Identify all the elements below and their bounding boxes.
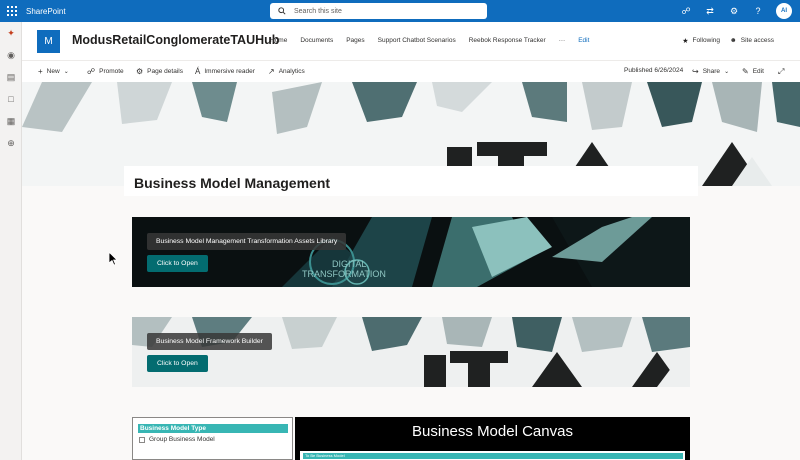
new-label: New bbox=[46, 68, 60, 75]
analytics-label: Analytics bbox=[278, 68, 305, 75]
suite-bar: SharePoint Search this site ☍ ⇄ ⚙ ? AI bbox=[0, 0, 800, 22]
nav-reebok-response-tracker[interactable]: Reebok Response Tracker bbox=[469, 37, 546, 44]
expand-icon[interactable]: ⤢ bbox=[778, 67, 784, 77]
assets-library-open-button[interactable]: Click to Open bbox=[147, 255, 208, 272]
canvas-subheader-bar: To Be Business Model bbox=[300, 451, 685, 460]
framework-builder-card[interactable]: Business Model Framework Builder Click t… bbox=[132, 317, 690, 387]
nav-home[interactable]: Home bbox=[270, 37, 287, 44]
assets-library-label: Business Model Management Transformation… bbox=[147, 233, 347, 250]
home-icon[interactable]: ✦ bbox=[0, 22, 22, 44]
chevron-down-icon: ⌄ bbox=[724, 69, 730, 75]
search-placeholder: Search this site bbox=[294, 7, 342, 15]
published-status: Published 6/26/2024 bbox=[624, 67, 683, 74]
mouse-cursor-icon bbox=[109, 252, 118, 266]
chevron-down-icon: ⌄ bbox=[63, 69, 69, 75]
pencil-icon: ✎ bbox=[742, 67, 749, 76]
analytics-button[interactable]: ↗ Analytics bbox=[268, 67, 305, 76]
analytics-icon: ↗ bbox=[268, 67, 275, 76]
site-access-button[interactable]: ☻ Site access bbox=[730, 37, 774, 44]
plus-icon: + bbox=[38, 67, 43, 76]
gear-icon: ⚙ bbox=[136, 67, 144, 76]
nav-edit-link[interactable]: Edit bbox=[578, 37, 589, 44]
file-icon[interactable]: □ bbox=[0, 88, 22, 110]
share-network-icon[interactable]: ⇄ bbox=[704, 6, 716, 17]
nav-more[interactable]: ··· bbox=[559, 37, 566, 44]
business-model-type-panel: Business Model Type Group Business Model bbox=[132, 417, 293, 460]
edit-label: Edit bbox=[752, 68, 764, 75]
search-box[interactable]: Search this site bbox=[270, 3, 487, 19]
share-icon: ↪ bbox=[692, 67, 699, 76]
app-rail: ✦ ◉ ▤ □ ▦ ⊕ bbox=[0, 22, 22, 460]
checkbox[interactable] bbox=[139, 436, 145, 443]
canvas-title: Business Model Canvas bbox=[412, 423, 573, 440]
app-name[interactable]: SharePoint bbox=[26, 7, 66, 16]
page-title-area: Business Model Management bbox=[124, 166, 698, 196]
page-details-button[interactable]: ⚙ Page details bbox=[136, 67, 183, 76]
canvas-subheader: To Be Business Model bbox=[303, 453, 683, 459]
nav-documents[interactable]: Documents bbox=[300, 37, 333, 44]
settings-gear-icon[interactable]: ⚙ bbox=[728, 6, 740, 17]
framework-builder-open-button[interactable]: Click to Open bbox=[147, 355, 208, 372]
add-icon[interactable]: ⊕ bbox=[0, 132, 22, 154]
site-title[interactable]: ModusRetailConglomerateTAUHub bbox=[72, 33, 279, 47]
reader-icon: Á bbox=[195, 67, 201, 76]
site-logo[interactable]: M bbox=[37, 30, 60, 53]
new-button[interactable]: + New ⌄ bbox=[38, 67, 69, 76]
framework-builder-label: Business Model Framework Builder bbox=[147, 333, 272, 350]
page-details-label: Page details bbox=[147, 68, 183, 75]
search-icon bbox=[278, 7, 286, 15]
list-icon[interactable]: ▦ bbox=[0, 110, 22, 132]
group-business-model-label: Group Business Model bbox=[149, 436, 215, 443]
star-icon: ★ bbox=[682, 38, 689, 45]
globe-icon[interactable]: ◉ bbox=[0, 44, 22, 66]
following-label: Following bbox=[692, 37, 720, 44]
site-navigation: Home Documents Pages Support Chatbot Sce… bbox=[270, 37, 589, 44]
promote-label: Promote bbox=[99, 68, 124, 75]
published-label: Published 6/26/2024 bbox=[624, 67, 684, 74]
business-model-type-header: Business Model Type bbox=[138, 424, 288, 433]
share-button[interactable]: ↪ Share ⌄ bbox=[692, 67, 729, 76]
share-label: Share bbox=[702, 68, 721, 75]
business-model-canvas: Business Model Canvas To Be Business Mod… bbox=[295, 417, 690, 460]
site-header: M ModusRetailConglomerateTAUHub Home Doc… bbox=[22, 22, 800, 60]
site-access-label: Site access bbox=[740, 37, 774, 44]
following-button[interactable]: ★ Following bbox=[682, 37, 720, 45]
edit-button[interactable]: ✎ Edit bbox=[742, 67, 764, 76]
promote-button[interactable]: ☍ Promote bbox=[87, 67, 124, 76]
command-bar: + New ⌄ ☍ Promote ⚙ Page details Á Immersive… bbox=[22, 60, 800, 82]
nav-pages[interactable]: Pages bbox=[346, 37, 364, 44]
megaphone-icon: ☍ bbox=[87, 67, 96, 76]
people-icon: ☻ bbox=[729, 37, 737, 44]
group-business-model-option[interactable]: Group Business Model bbox=[139, 436, 215, 443]
framework-builder-image bbox=[132, 317, 690, 387]
digital-text: DIGITAL bbox=[332, 259, 366, 269]
megaphone-icon[interactable]: ☍ bbox=[680, 6, 692, 17]
news-icon[interactable]: ▤ bbox=[0, 66, 22, 88]
avatar[interactable]: AI bbox=[776, 3, 792, 19]
immersive-reader-button[interactable]: Á Immersive reader bbox=[195, 67, 255, 76]
digital-transformation-image: DIGITAL TRANSFORMATION bbox=[132, 217, 690, 287]
page-title: Business Model Management bbox=[134, 175, 331, 191]
app-launcher-icon[interactable] bbox=[7, 6, 17, 16]
help-icon[interactable]: ? bbox=[752, 6, 764, 16]
assets-library-card[interactable]: DIGITAL TRANSFORMATION Business Model Ma… bbox=[132, 217, 690, 287]
immersive-reader-label: Immersive reader bbox=[204, 68, 255, 75]
nav-support-chatbot-scenarios[interactable]: Support Chatbot Scenarios bbox=[378, 37, 456, 44]
transformation-text: TRANSFORMATION bbox=[302, 269, 386, 279]
